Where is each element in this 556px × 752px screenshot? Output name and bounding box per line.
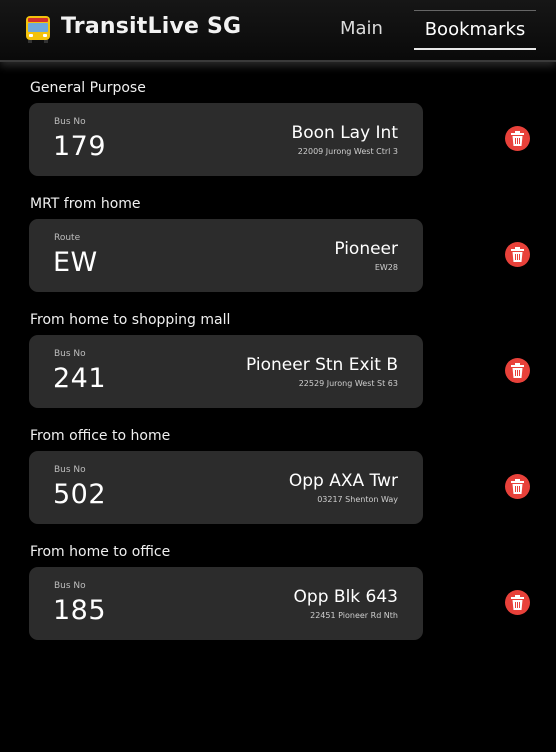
bookmark-stop-detail: 22451 Pioneer Rd Nth	[310, 611, 398, 620]
bookmark-stop-name: Opp Blk 643	[293, 587, 398, 607]
bookmark-kind: Bus No	[54, 581, 86, 591]
bookmark-kind: Bus No	[54, 117, 86, 127]
bookmark-stop-detail: 03217 Shenton Way	[317, 495, 398, 504]
bookmark-group-label: MRT from home	[30, 196, 141, 212]
delete-bookmark-button[interactable]	[505, 474, 530, 499]
trash-icon	[511, 479, 524, 494]
trash-icon	[511, 363, 524, 378]
bookmark-number: 179	[53, 131, 107, 162]
bookmark-group-label: From home to office	[30, 544, 171, 560]
delete-bookmark-button[interactable]	[505, 242, 530, 267]
bookmark-number: EW	[53, 247, 98, 278]
bookmark-stop-name: Opp AXA Twr	[288, 471, 398, 491]
bookmark-group-label: From office to home	[30, 428, 171, 444]
bookmark-card[interactable]: Bus No 185 Opp Blk 643 22451 Pioneer Rd …	[29, 567, 423, 640]
trash-icon	[511, 247, 524, 262]
bookmark-stop-detail: 22529 Jurong West St 63	[298, 379, 398, 388]
bookmark-kind: Bus No	[54, 465, 86, 475]
bookmark-stop-name: Pioneer Stn Exit B	[246, 355, 398, 375]
app-header: TransitLive SG Main Bookmarks	[0, 0, 556, 62]
bookmark-card[interactable]: Bus No 241 Pioneer Stn Exit B 22529 Juro…	[29, 335, 423, 408]
bookmark-card[interactable]: Route EW Pioneer EW28	[29, 219, 423, 292]
bookmark-card[interactable]: Bus No 179 Boon Lay Int 22009 Jurong Wes…	[29, 103, 423, 176]
tab-active-indicator	[414, 48, 536, 50]
delete-bookmark-button[interactable]	[505, 358, 530, 383]
bookmark-stop-detail: 22009 Jurong West Ctrl 3	[297, 147, 398, 156]
app-title: TransitLive SG	[61, 14, 242, 39]
bookmark-stop-name: Boon Lay Int	[291, 123, 398, 143]
tab-bookmarks[interactable]: Bookmarks	[414, 10, 536, 50]
bookmark-number: 502	[53, 479, 107, 510]
tab-bookmarks-label: Bookmarks	[424, 19, 526, 40]
bookmark-kind: Bus No	[54, 349, 86, 359]
trash-icon	[511, 131, 524, 146]
bookmark-stop-name: Pioneer	[334, 239, 398, 259]
tab-bookmarks-top-border	[414, 10, 536, 11]
bookmark-stop-detail: EW28	[374, 263, 398, 272]
trash-icon	[511, 595, 524, 610]
bookmark-group-label: From home to shopping mall	[30, 312, 231, 328]
bookmark-card[interactable]: Bus No 502 Opp AXA Twr 03217 Shenton Way	[29, 451, 423, 524]
delete-bookmark-button[interactable]	[505, 126, 530, 151]
bookmark-kind: Route	[54, 233, 81, 243]
tab-main[interactable]: Main	[340, 18, 383, 39]
bookmark-group-label: General Purpose	[30, 80, 146, 96]
bookmark-number: 185	[53, 595, 107, 626]
delete-bookmark-button[interactable]	[505, 590, 530, 615]
bus-icon	[26, 16, 50, 43]
bookmark-number: 241	[53, 363, 107, 394]
